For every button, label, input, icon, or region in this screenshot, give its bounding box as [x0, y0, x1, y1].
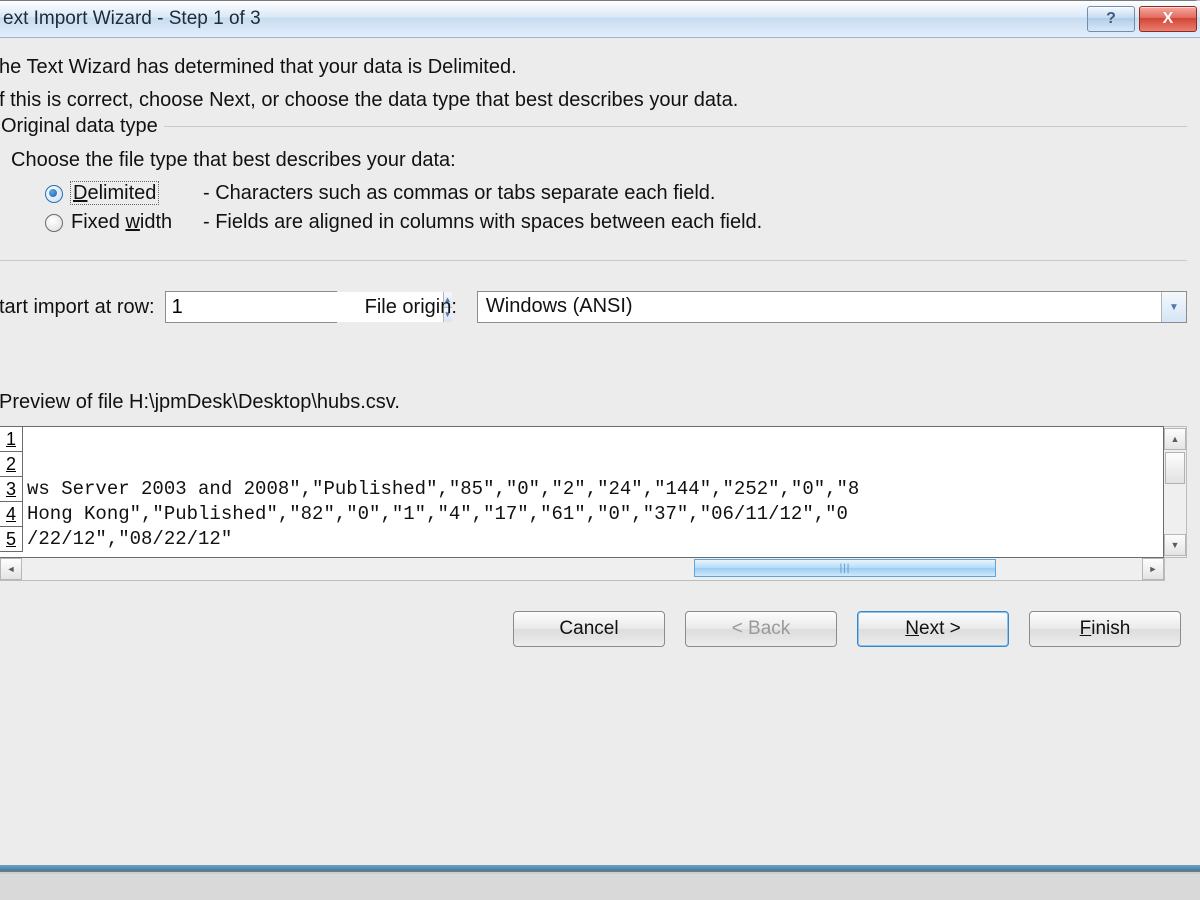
preview-label: Preview of file H:\jpmDesk\Desktop\hubs.…: [0, 391, 1187, 414]
radio-fixedwidth[interactable]: [45, 214, 63, 232]
group-legend: Original data type: [0, 115, 164, 138]
horizontal-scrollbar[interactable]: ◄ ||| ►: [0, 558, 1165, 581]
row-number: 1: [0, 427, 23, 452]
preview-box[interactable]: 1 2 3ws Server 2003 and 2008","Published…: [0, 426, 1164, 558]
row-number: 2: [0, 452, 23, 477]
preview-row: 1: [0, 427, 1163, 452]
vertical-scroll-thumb[interactable]: [1165, 452, 1185, 484]
row-number: 4: [0, 502, 23, 527]
cancel-button[interactable]: Cancel: [513, 611, 665, 647]
scroll-down-button[interactable]: ▼: [1164, 534, 1186, 556]
radio-delimited[interactable]: [45, 185, 63, 203]
radio-delimited-desc: - Characters such as commas or tabs sepa…: [203, 182, 715, 205]
combo-arrow-button[interactable]: ▼: [1161, 292, 1186, 322]
intro-text-1: he Text Wizard has determined that your …: [0, 56, 1187, 79]
next-button[interactable]: Next >: [857, 611, 1009, 647]
file-origin-label: File origin:: [365, 296, 457, 319]
radio-delimited-row[interactable]: Delimited - Characters such as commas or…: [45, 182, 1181, 205]
start-row-spinner[interactable]: ▲ ▼: [165, 291, 337, 323]
horizontal-scroll-track[interactable]: |||: [22, 558, 1142, 580]
radio-fixedwidth-row[interactable]: Fixed width - Fields are aligned in colu…: [45, 211, 1181, 234]
help-button[interactable]: ?: [1087, 6, 1135, 32]
preview-container: 1 2 3ws Server 2003 and 2008","Published…: [0, 426, 1187, 558]
horizontal-scroll-thumb[interactable]: |||: [694, 559, 996, 577]
radio-fixedwidth-desc: - Fields are aligned in columns with spa…: [203, 211, 762, 234]
titlebar[interactable]: ext Import Wizard - Step 1 of 3 ? X: [0, 1, 1200, 38]
vertical-scrollbar[interactable]: ▲ ▼: [1164, 426, 1187, 558]
text-import-wizard-dialog: ext Import Wizard - Step 1 of 3 ? X he T…: [0, 0, 1200, 872]
start-row-label: tart import at row:: [0, 296, 155, 319]
preview-row: 2: [0, 452, 1163, 477]
help-icon: ?: [1106, 10, 1116, 28]
chevron-down-icon: ▼: [1171, 540, 1180, 550]
dialog-body: he Text Wizard has determined that your …: [0, 38, 1200, 657]
chevron-right-icon: ►: [1149, 564, 1158, 574]
import-options-row: tart import at row: ▲ ▼ File origin: Win…: [0, 291, 1187, 323]
window-title: ext Import Wizard - Step 1 of 3: [3, 8, 1083, 30]
back-button: < Back: [685, 611, 837, 647]
chevron-left-icon: ◄: [7, 564, 16, 574]
row-number: 5: [0, 527, 23, 552]
close-icon: X: [1163, 10, 1174, 28]
chevron-up-icon: ▲: [1171, 434, 1180, 444]
close-button[interactable]: X: [1139, 6, 1197, 32]
file-origin-value: Windows (ANSI): [478, 292, 1161, 322]
scroll-right-button[interactable]: ►: [1142, 558, 1164, 580]
row-number: 3: [0, 477, 23, 502]
dialog-bottom-border: [0, 865, 1200, 871]
preview-row: 4 Hong Kong","Published","82","0","1","4…: [0, 502, 1163, 527]
file-origin-combo[interactable]: Windows (ANSI) ▼: [477, 291, 1187, 323]
finish-button[interactable]: Finish: [1029, 611, 1181, 647]
radio-delimited-label[interactable]: Delimited: [71, 182, 197, 205]
scroll-up-button[interactable]: ▲: [1164, 428, 1186, 450]
radio-fixedwidth-label[interactable]: Fixed width: [71, 211, 197, 234]
preview-row: 3ws Server 2003 and 2008","Published","8…: [0, 477, 1163, 502]
group-subtext: Choose the file type that best describes…: [11, 149, 1181, 172]
chevron-down-icon: ▼: [1169, 302, 1179, 313]
scroll-left-button[interactable]: ◄: [0, 558, 22, 580]
original-data-type-group: Original data type Choose the file type …: [0, 126, 1187, 261]
preview-row: 5/22/12","08/22/12": [0, 527, 1163, 552]
button-bar: Cancel < Back Next > Finish: [0, 611, 1187, 647]
intro-text-2: f this is correct, choose Next, or choos…: [0, 89, 1187, 112]
